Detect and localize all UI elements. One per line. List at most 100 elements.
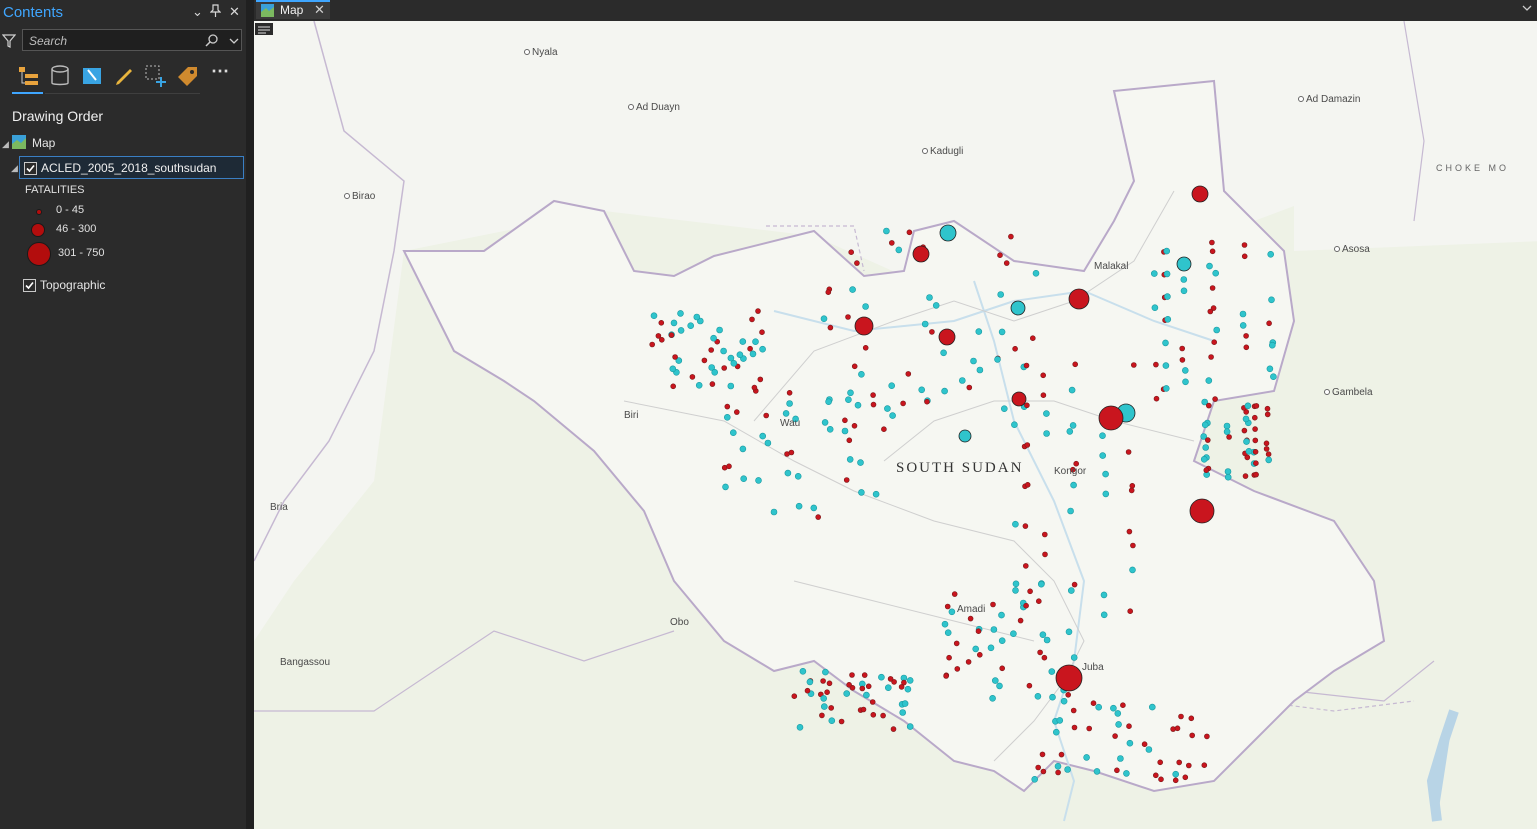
search-icon[interactable] (204, 33, 220, 49)
event-point (1126, 739, 1134, 747)
event-point (1223, 422, 1231, 430)
place-marker (1324, 389, 1330, 396)
event-point (795, 502, 803, 510)
event-point (872, 490, 880, 498)
event-point (1102, 490, 1110, 498)
event-point (854, 401, 862, 409)
close-tab-icon[interactable]: ✕ (314, 2, 325, 18)
pane-splitter[interactable] (246, 0, 254, 829)
event-point (1270, 373, 1277, 381)
fatality-point (944, 603, 951, 610)
place-label: Nyala (524, 47, 558, 58)
event-point (1148, 703, 1156, 711)
map-view[interactable]: Nyala Ad Duayn Kadugli Ad Damazin Birao … (254, 21, 1537, 829)
fatality-point (1242, 473, 1249, 479)
fatality-point (1130, 362, 1137, 368)
event-point (941, 620, 949, 628)
fatality-point (1264, 405, 1271, 412)
event-point (670, 319, 678, 327)
fatality-point (826, 680, 833, 687)
fatality-point (1003, 260, 1010, 266)
fatality-point (906, 229, 913, 236)
fatality-point (804, 687, 811, 694)
search-row (0, 29, 246, 53)
tab-map[interactable]: Map ✕ (256, 0, 330, 19)
event-point (998, 611, 1005, 619)
event-point (899, 709, 907, 716)
fatality-point (1037, 649, 1043, 656)
fatality-point (721, 365, 728, 371)
event-point (1265, 456, 1273, 464)
fatality-point (827, 324, 834, 331)
event-point (794, 472, 802, 480)
collapse-arrow-icon[interactable]: ◢ (11, 163, 18, 174)
event-point (739, 338, 747, 345)
filter-icon[interactable] (2, 33, 16, 49)
event-point (1099, 452, 1107, 459)
search-input[interactable] (27, 32, 201, 50)
fatality-point (1130, 542, 1136, 549)
fatality-point (888, 240, 895, 246)
labeling-icon[interactable] (175, 63, 201, 89)
chevron-down-icon[interactable]: ⌄ (192, 4, 203, 20)
event-point (1163, 270, 1171, 278)
event-point (1070, 654, 1078, 661)
more-options-icon[interactable]: ⋯ (211, 61, 237, 87)
fatality-point (708, 347, 715, 353)
fatality-point (1022, 523, 1029, 529)
fatality-point (1058, 751, 1065, 758)
event-point (970, 357, 977, 365)
legend-symbol-large (27, 242, 51, 266)
event-point (940, 349, 947, 357)
event-point (1052, 728, 1060, 736)
event-point (976, 366, 984, 374)
fatality-point (1026, 682, 1033, 689)
fatality-point (1179, 357, 1186, 363)
fatality-point (1204, 733, 1210, 740)
event-point (820, 695, 828, 702)
fatality-point (1201, 762, 1208, 769)
fatality-point (672, 354, 678, 360)
event-point (863, 691, 870, 699)
view-tab-bar: Map ✕ (254, 0, 1537, 20)
layer-row[interactable]: ACLED_2005_2018_southsudan (19, 156, 244, 179)
fatality-point (1253, 471, 1259, 478)
fatality-point (1263, 446, 1270, 452)
fatality-point (1263, 440, 1270, 447)
selection-icon[interactable] (79, 63, 105, 89)
fatality-point (1040, 768, 1047, 775)
fatality-point (1024, 402, 1030, 409)
event-point (1070, 481, 1077, 489)
event-point (996, 682, 1003, 690)
fatality-point (865, 683, 872, 690)
basemap-checkbox[interactable] (23, 279, 36, 292)
close-icon[interactable]: ✕ (229, 4, 240, 20)
event-point (989, 694, 996, 702)
event-point (990, 626, 998, 633)
map-overflow-icon[interactable] (254, 21, 274, 37)
toolbar-divider (45, 93, 200, 94)
fatality-point-large (1189, 498, 1215, 524)
fatality-point (1264, 411, 1271, 418)
event-point (883, 227, 890, 235)
fatality-point (1208, 354, 1214, 360)
drawing-order-icon[interactable] (16, 63, 42, 89)
chevron-down-icon[interactable] (1521, 2, 1533, 14)
data-source-icon[interactable] (47, 63, 73, 89)
fatality-point (658, 319, 665, 326)
fatality-point (860, 706, 867, 713)
event-point (1100, 591, 1108, 599)
fatality-point (1086, 725, 1093, 732)
editing-icon[interactable] (111, 63, 137, 89)
fatality-point (880, 712, 886, 719)
legend-symbol-small (36, 209, 42, 215)
layer-checkbox[interactable] (24, 162, 37, 175)
event-point (799, 667, 807, 675)
chevron-down-icon[interactable] (227, 34, 241, 48)
pin-icon[interactable] (209, 4, 222, 20)
snapping-icon[interactable] (143, 63, 169, 89)
event-point (1239, 310, 1247, 318)
legend-class-label: 301 - 750 (58, 247, 105, 259)
event-point (1206, 262, 1213, 270)
collapse-arrow-icon[interactable]: ◢ (2, 139, 9, 150)
